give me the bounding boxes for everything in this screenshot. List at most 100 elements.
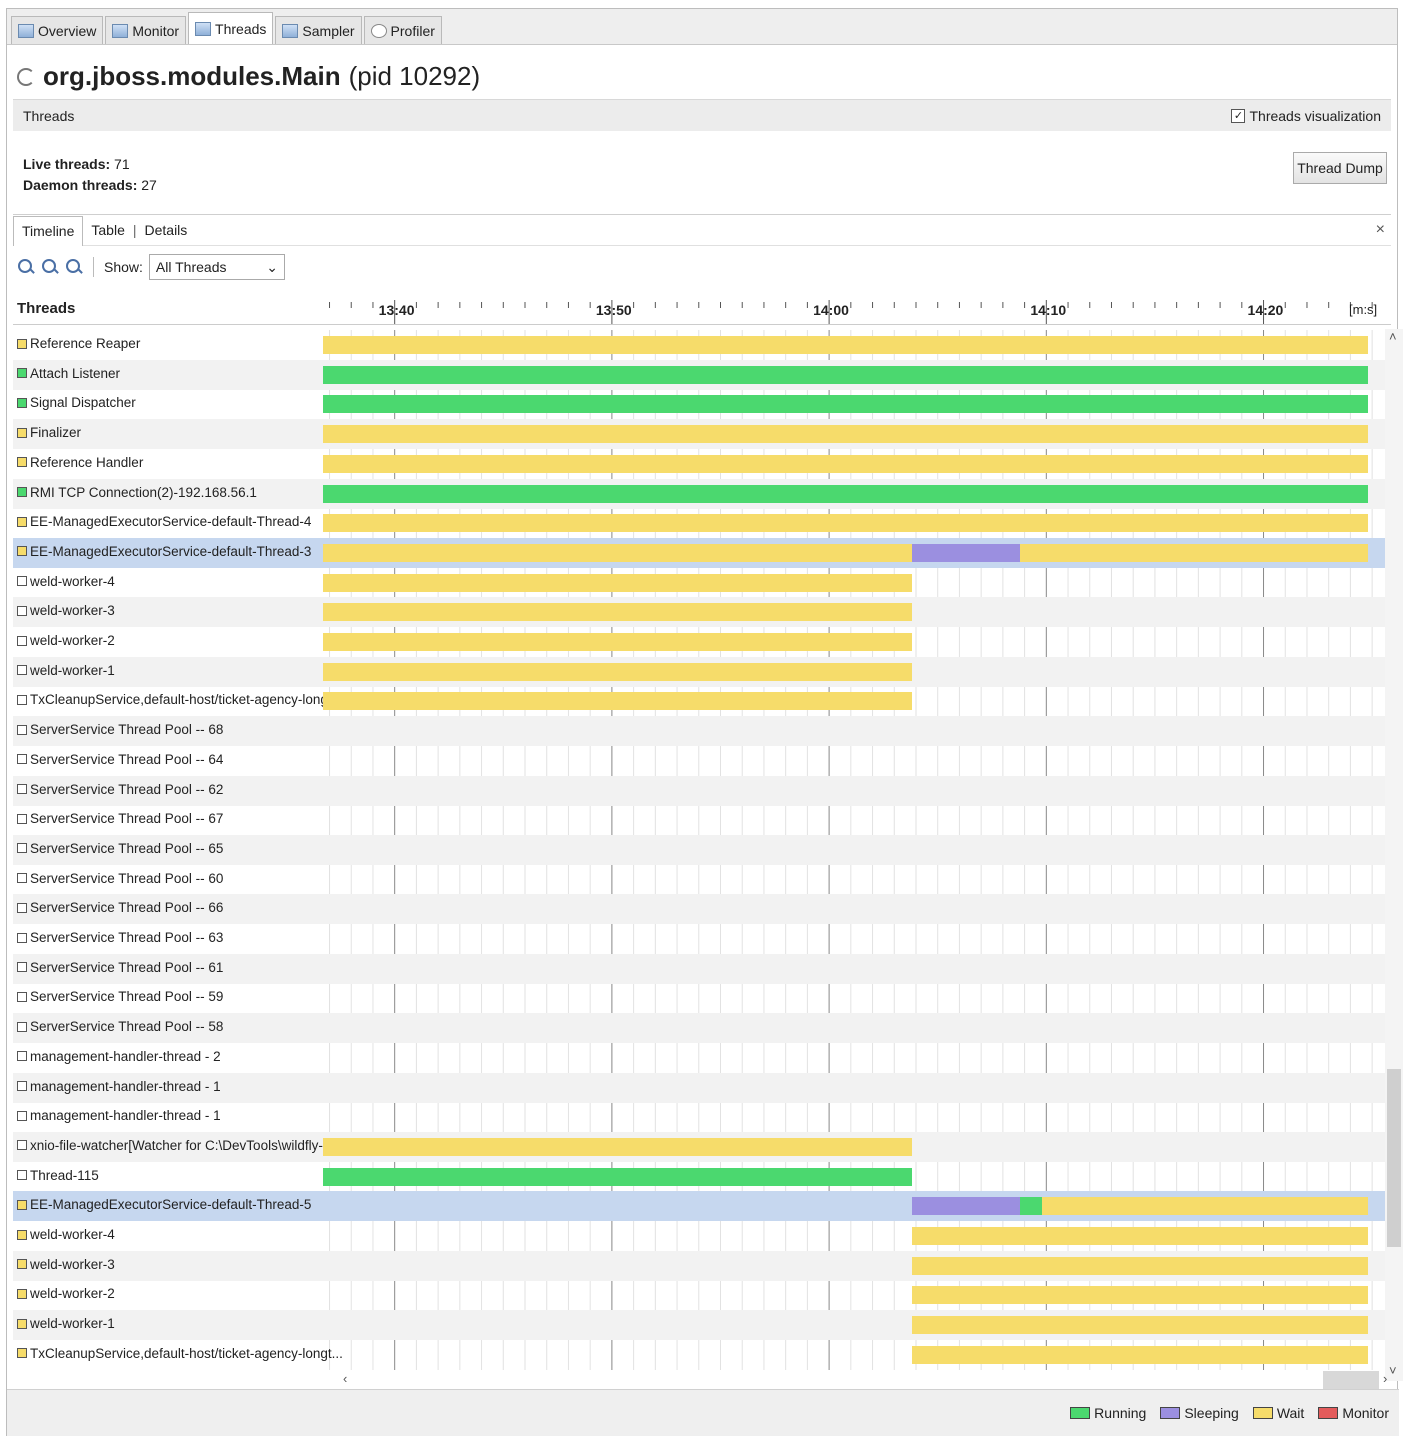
- thread-row[interactable]: ServerService Thread Pool -- 65: [13, 834, 1391, 865]
- legend-label: Monitor: [1342, 1405, 1389, 1421]
- thread-name: ServerService Thread Pool -- 66: [17, 900, 223, 915]
- thread-name: Reference Handler: [17, 455, 143, 470]
- thread-row[interactable]: ServerService Thread Pool -- 61: [13, 953, 1391, 984]
- thread-name-text: EE-ManagedExecutorService-default-Thread…: [30, 1197, 312, 1213]
- thread-name: Finalizer: [17, 425, 81, 440]
- thread-row[interactable]: Reference Handler: [13, 449, 1391, 479]
- scroll-left-icon[interactable]: ‹: [343, 1371, 347, 1386]
- tab-monitor[interactable]: Monitor: [105, 16, 187, 44]
- tab-timeline[interactable]: Timeline: [13, 215, 84, 246]
- thread-row[interactable]: weld-worker-2: [13, 1280, 1391, 1310]
- thread-state-swatch: [17, 1259, 27, 1270]
- thread-row[interactable]: weld-worker-3: [13, 1250, 1391, 1281]
- thread-row[interactable]: ServerService Thread Pool -- 63: [13, 924, 1391, 954]
- thread-state-swatch: [17, 784, 27, 794]
- thread-state-swatch: [17, 754, 27, 765]
- thread-row[interactable]: weld-worker-3: [13, 597, 1391, 628]
- thread-state-swatch: [17, 1021, 27, 1032]
- tab-details[interactable]: Details: [137, 216, 196, 244]
- thread-row[interactable]: weld-worker-2: [13, 627, 1391, 657]
- tab-label: Sampler: [302, 22, 355, 39]
- thread-name-text: ServerService Thread Pool -- 65: [30, 840, 224, 856]
- state-segment-wait: [323, 543, 912, 562]
- state-segment-wait: [911, 1227, 1368, 1245]
- thread-name-text: weld-worker-4: [30, 1227, 115, 1242]
- thread-name-text: ServerService Thread Pool -- 66: [30, 900, 224, 916]
- state-segment-running: [1020, 1197, 1042, 1216]
- thread-row[interactable]: weld-worker-4: [13, 568, 1391, 598]
- thread-name: management-handler-thread - 2: [17, 1049, 221, 1064]
- zoom-in-icon[interactable]: [17, 258, 35, 276]
- thread-row[interactable]: EE-ManagedExecutorService-default-Thread…: [13, 1191, 1391, 1222]
- thread-name: weld-worker-1: [17, 663, 115, 678]
- thread-row[interactable]: ServerService Thread Pool -- 60: [13, 865, 1391, 895]
- state-segment-wait: [323, 603, 912, 622]
- tab-profiler[interactable]: Profiler: [363, 16, 442, 44]
- thread-row[interactable]: management-handler-thread - 1: [13, 1072, 1391, 1103]
- thread-state-swatch: [17, 1199, 27, 1210]
- thread-row[interactable]: EE-ManagedExecutorService-default-Thread…: [13, 508, 1391, 538]
- thread-row[interactable]: EE-ManagedExecutorService-default-Thread…: [13, 537, 1391, 568]
- thread-state-swatch: [17, 427, 27, 438]
- thread-dump-button[interactable]: Thread Dump: [1293, 152, 1387, 184]
- thread-name: weld-worker-2: [17, 1286, 115, 1301]
- zoom-fit-icon[interactable]: [65, 258, 83, 276]
- close-icon[interactable]: ×: [1376, 221, 1385, 239]
- vertical-scroll-thumb[interactable]: [1387, 1069, 1401, 1247]
- thread-row[interactable]: weld-worker-1: [13, 1310, 1391, 1341]
- thread-row[interactable]: TxCleanupService,default-host/ticket-age…: [13, 1340, 1391, 1370]
- thread-state-swatch: [17, 397, 27, 408]
- thread-row[interactable]: Thread-115: [13, 1162, 1391, 1192]
- thread-row[interactable]: ServerService Thread Pool -- 64: [13, 746, 1391, 776]
- thread-row[interactable]: xnio-file-watcher[Watcher for C:\DevTool…: [13, 1131, 1391, 1162]
- thread-row[interactable]: ServerService Thread Pool -- 58: [13, 1013, 1391, 1044]
- tab-overview[interactable]: Overview: [11, 16, 104, 44]
- thread-row[interactable]: Attach Listener: [13, 359, 1391, 390]
- thread-name: ServerService Thread Pool -- 63: [17, 930, 223, 945]
- thread-state-swatch: [17, 1110, 27, 1121]
- state-segment-wait: [911, 1286, 1368, 1305]
- thread-row[interactable]: RMI TCP Connection(2)-192.168.56.1: [13, 478, 1391, 509]
- tab-threads[interactable]: Threads: [188, 12, 274, 44]
- thread-row[interactable]: Finalizer: [13, 419, 1391, 450]
- vertical-scrollbar[interactable]: ˄ ˅: [1385, 329, 1403, 1381]
- thread-state-swatch: [17, 338, 27, 349]
- time-unit-label: [m:s]: [1349, 302, 1378, 317]
- thread-row[interactable]: ServerService Thread Pool -- 59: [13, 983, 1391, 1013]
- scroll-right-icon[interactable]: ›: [1383, 1371, 1387, 1386]
- thread-name: weld-worker-4: [17, 1227, 115, 1242]
- thread-row[interactable]: ServerService Thread Pool -- 68: [13, 716, 1391, 747]
- thread-row[interactable]: weld-worker-1: [13, 656, 1391, 687]
- thread-state-swatch: [17, 724, 27, 735]
- tab-sampler[interactable]: Sampler: [275, 16, 362, 44]
- tab-table[interactable]: Table: [83, 216, 132, 244]
- thread-name-text: management-handler-thread - 2: [30, 1048, 221, 1064]
- state-legend: Running Sleeping Wait Monitor: [1070, 1405, 1389, 1421]
- thread-row[interactable]: ServerService Thread Pool -- 66: [13, 894, 1391, 925]
- thread-row[interactable]: Signal Dispatcher: [13, 389, 1391, 419]
- thread-row[interactable]: weld-worker-4: [13, 1221, 1391, 1251]
- thread-name: TxCleanupService,default-host/ticket-age…: [17, 692, 343, 707]
- threads-visualization-checkbox[interactable]: ✓ Threads visualization: [1231, 108, 1381, 124]
- tick-label: 14:10: [1030, 302, 1067, 318]
- thread-row[interactable]: management-handler-thread - 1: [13, 1102, 1391, 1132]
- show-filter-select[interactable]: All Threads ⌄: [148, 254, 285, 280]
- thread-row[interactable]: management-handler-thread - 2: [13, 1043, 1391, 1073]
- legend-swatch: [1318, 1407, 1339, 1419]
- tab-label: Threads: [215, 20, 267, 37]
- thread-name-text: ServerService Thread Pool -- 60: [30, 870, 224, 886]
- thread-row[interactable]: ServerService Thread Pool -- 67: [13, 805, 1391, 835]
- horizontal-scrollbar[interactable]: ‹ ›: [343, 1369, 1393, 1391]
- scroll-up-icon[interactable]: ˄: [1389, 329, 1397, 344]
- horizontal-scroll-thumb[interactable]: [1323, 1371, 1379, 1391]
- thread-name: Attach Listener: [17, 366, 120, 381]
- thread-row[interactable]: ServerService Thread Pool -- 62: [13, 775, 1391, 806]
- thread-row[interactable]: TxCleanupService,default-host/ticket-age…: [13, 686, 1391, 716]
- zoom-out-icon[interactable]: [41, 258, 59, 276]
- refresh-icon: [17, 67, 35, 86]
- app-pid: (pid 10292): [348, 61, 481, 91]
- thread-name-text: ServerService Thread Pool -- 59: [30, 989, 224, 1005]
- thread-name: weld-worker-4: [17, 574, 115, 589]
- thread-state-swatch: [17, 457, 27, 468]
- thread-row[interactable]: Reference Reaper: [13, 330, 1391, 360]
